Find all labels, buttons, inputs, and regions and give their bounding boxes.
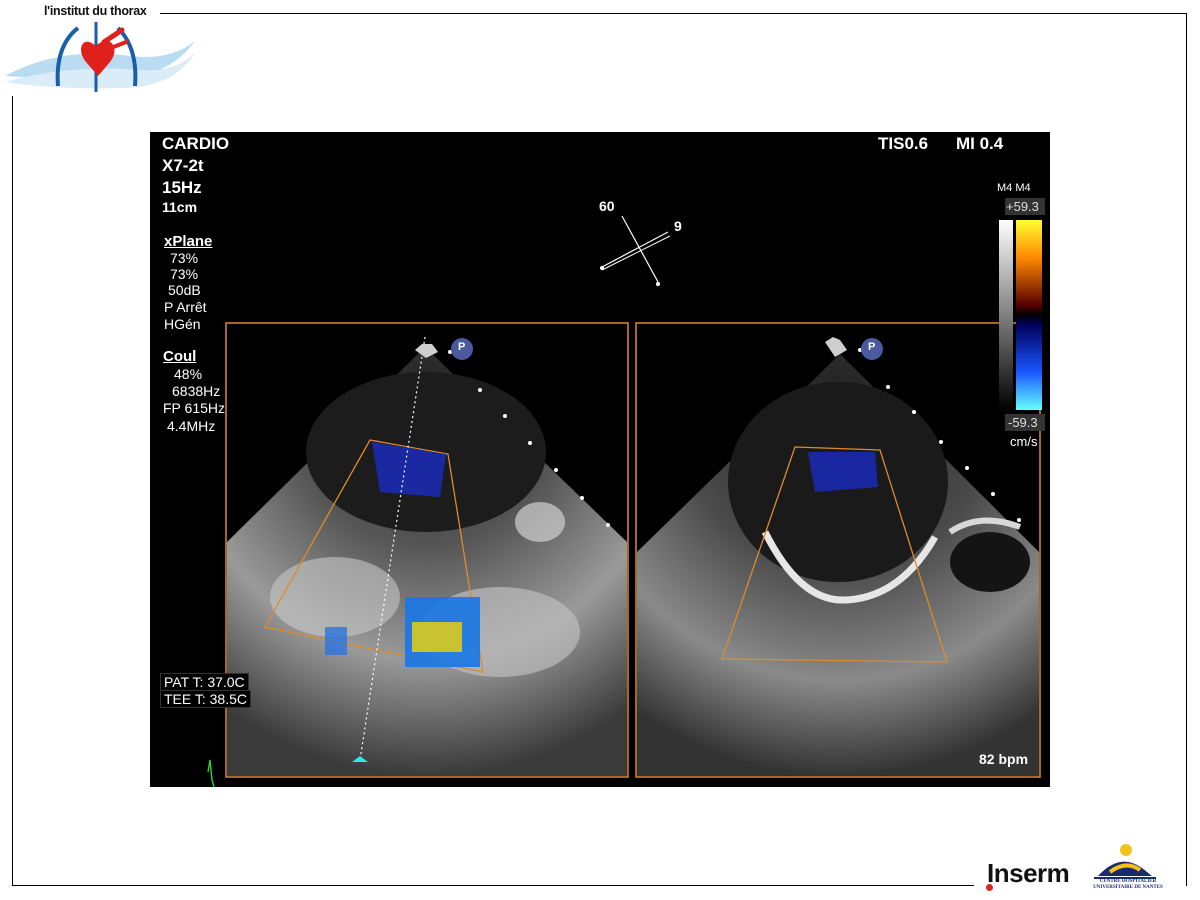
chu-nantes-name: CENTRE HOSPITALIER UNIVERSITAIRE DE NANT… <box>1093 879 1163 890</box>
color-value: 6838Hz <box>172 383 221 399</box>
patient-temperature: PAT T: 37.0C <box>160 673 249 691</box>
angle-primary: 60 <box>599 198 615 214</box>
probe-label: X7-2t <box>162 156 204 175</box>
xplane-value: 73% <box>170 250 199 266</box>
xplane-value: 50dB <box>168 282 201 298</box>
scale-min: -59.3 <box>1008 415 1038 430</box>
scale-unit: cm/s <box>1010 434 1038 449</box>
frame-left-line <box>12 96 13 886</box>
color-value: 4.4MHz <box>167 418 216 434</box>
angle-secondary: 9 <box>674 218 682 234</box>
depth-label: 11cm <box>162 199 198 215</box>
scale-max: +59.3 <box>1006 199 1039 214</box>
frame-top-line <box>160 13 1187 14</box>
xplane-value: HGén <box>164 316 201 332</box>
tis-label: TIS0.6 <box>878 134 929 153</box>
color-value: 48% <box>174 366 203 382</box>
marker-right: P <box>868 341 876 353</box>
heart-rate: 82 bpm <box>979 751 1029 767</box>
xplane-title: xPlane <box>164 233 213 250</box>
xplane-value: 73% <box>170 266 199 282</box>
frame-rate-label: 15Hz <box>162 178 202 197</box>
xplane-value: P Arrêt <box>164 299 207 315</box>
marker-left: P <box>458 341 466 353</box>
probe-temperature: TEE T: 38.5C <box>160 690 252 708</box>
mi-label: MI 0.4 <box>956 134 1004 153</box>
frame-right-line <box>1186 13 1187 886</box>
color-value: FP 615Hz <box>163 400 225 416</box>
color-title: Coul <box>163 348 197 365</box>
mode-label: CARDIO <box>162 134 230 153</box>
ultrasound-image: CARDIO X7-2t 15Hz 11cm TIS0.6 MI 0.4 xPl… <box>150 132 1050 787</box>
scale-label: M4 M4 <box>997 182 1031 194</box>
inserm-logo-dot <box>986 884 993 891</box>
chu-nantes-logo <box>1094 844 1156 879</box>
inserm-logo-text: Inserm <box>987 858 1070 888</box>
frame-bottom-line <box>12 885 974 886</box>
echo-views <box>207 198 1045 787</box>
institute-logo <box>5 22 196 92</box>
